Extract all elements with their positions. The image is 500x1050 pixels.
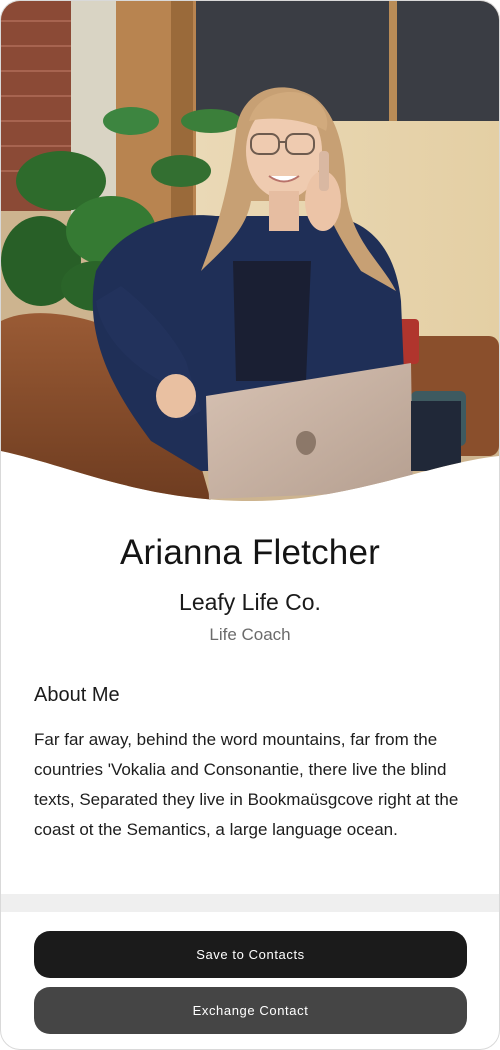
about-heading: About Me <box>34 684 120 706</box>
exchange-contact-button[interactable]: Exchange Contact <box>34 987 467 1034</box>
profile-name: Arianna Fletcher <box>120 533 380 572</box>
save-to-contacts-button[interactable]: Save to Contacts <box>34 931 467 978</box>
job-title: Life Coach <box>209 625 291 644</box>
about-text: Far far away, behind the word mountains,… <box>34 730 459 839</box>
profile-photo <box>1 1 499 501</box>
section-divider <box>1 894 499 912</box>
company-name: Leafy Life Co. <box>179 589 321 615</box>
contact-card: Arianna Fletcher Leafy Life Co. Life Coa… <box>0 0 500 1050</box>
